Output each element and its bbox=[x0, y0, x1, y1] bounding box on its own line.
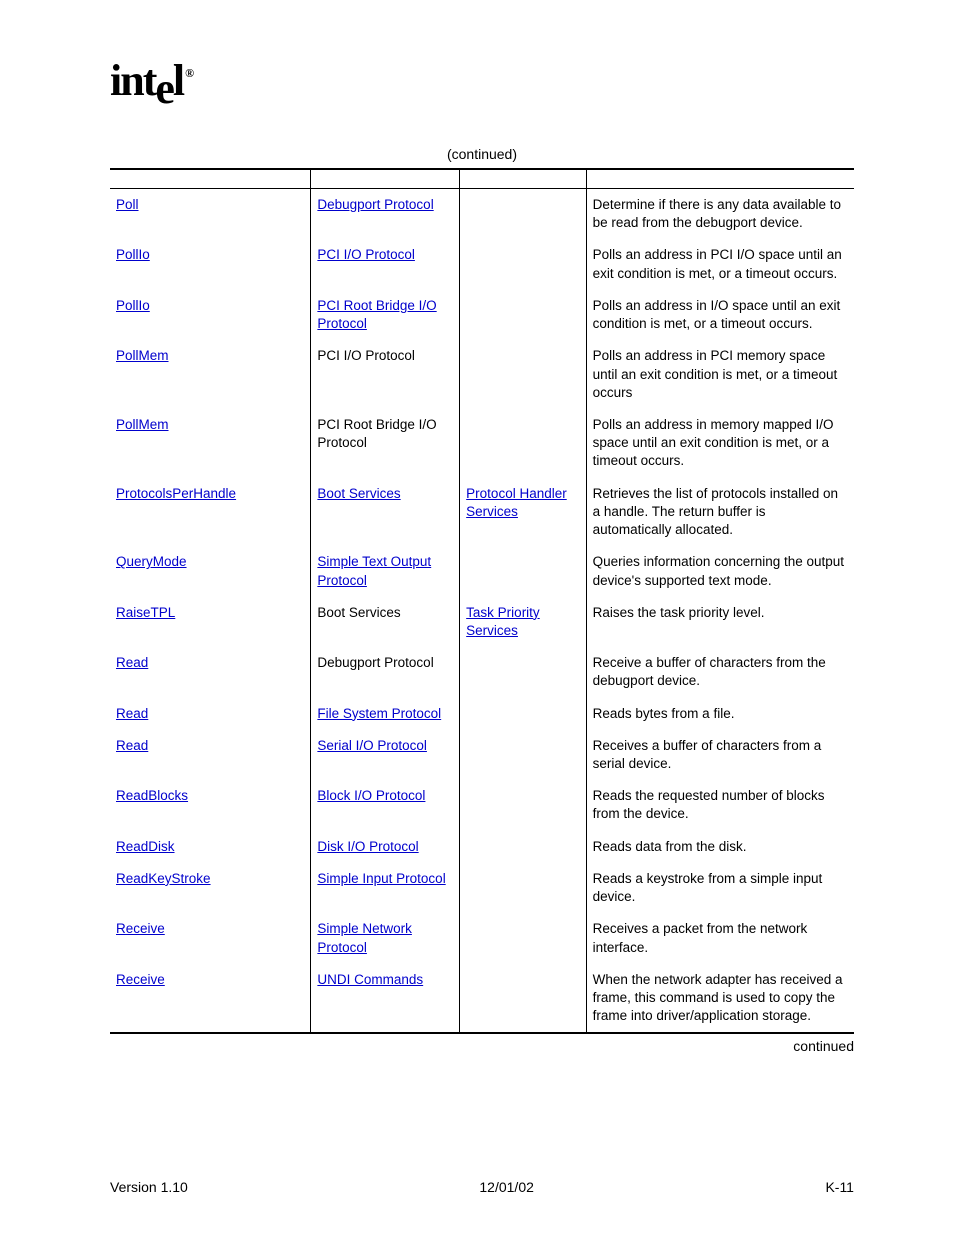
service-name[interactable]: Serial I/O Protocol bbox=[317, 738, 427, 753]
function-name[interactable]: QueryMode bbox=[116, 554, 187, 569]
table-row: Poll Debugport Protocol Determine if there… bbox=[110, 189, 854, 240]
function-name[interactable]: ReadDisk bbox=[116, 839, 175, 854]
intel-logo: intel® bbox=[110, 55, 854, 106]
function-name[interactable]: Read bbox=[116, 706, 148, 721]
service-name[interactable]: File System Protocol bbox=[317, 706, 441, 721]
service-name[interactable]: Block I/O Protocol bbox=[317, 788, 425, 803]
function-name[interactable]: PollMem bbox=[116, 348, 169, 363]
description: Determine if there is any data available… bbox=[586, 189, 854, 240]
function-name[interactable]: PollMem bbox=[116, 417, 169, 432]
table-row: Receive Simple Network Protocol Receives a… bbox=[110, 913, 854, 963]
table-row: PollIo PCI Root Bridge I/O Protocol Polls … bbox=[110, 290, 854, 340]
function-name[interactable]: Read bbox=[116, 655, 148, 670]
table-row: QueryMode Simple Text Output Protocol Quer… bbox=[110, 546, 854, 596]
service-name: PCI Root Bridge I/O Protocol bbox=[317, 417, 436, 450]
description: Polls an address in PCI memory space unt… bbox=[586, 340, 854, 409]
function-name[interactable]: Receive bbox=[116, 921, 165, 936]
service-name[interactable]: Simple Input Protocol bbox=[317, 871, 445, 886]
description: When the network adapter has received a … bbox=[586, 964, 854, 1034]
subservice-name[interactable]: Protocol Handler Services bbox=[466, 486, 567, 519]
continued-header: (continued) bbox=[110, 146, 854, 162]
continued-footer: continued bbox=[110, 1038, 854, 1054]
table-row: Read Serial I/O Protocol Receives a buffer… bbox=[110, 730, 854, 780]
table-row: ReadKeyStroke Simple Input Protocol Reads … bbox=[110, 863, 854, 913]
footer-date: 12/01/02 bbox=[479, 1179, 534, 1195]
function-name[interactable]: ProtocolsPerHandle bbox=[116, 486, 236, 501]
description: Polls an address in I/O space until an e… bbox=[586, 290, 854, 340]
footer-page: K-11 bbox=[825, 1179, 854, 1195]
service-name[interactable]: Disk I/O Protocol bbox=[317, 839, 418, 854]
function-name[interactable]: PollIo bbox=[116, 298, 150, 313]
service-name[interactable]: PCI Root Bridge I/O Protocol bbox=[317, 298, 436, 331]
description: Receive a buffer of characters from the … bbox=[586, 647, 854, 697]
description: Receives a packet from the network inter… bbox=[586, 913, 854, 963]
footer-version: Version 1.10 bbox=[110, 1179, 188, 1195]
functions-table: Poll Debugport Protocol Determine if there… bbox=[110, 168, 854, 1034]
service-name: Boot Services bbox=[317, 605, 400, 620]
description: Polls an address in PCI I/O space until … bbox=[586, 239, 854, 289]
service-name[interactable]: UNDI Commands bbox=[317, 972, 423, 987]
table-row: ProtocolsPerHandle Boot Services Protocol … bbox=[110, 478, 854, 547]
table-row: ReadDisk Disk I/O Protocol Reads data from… bbox=[110, 831, 854, 863]
table-row: Read File System Protocol Reads bytes from… bbox=[110, 698, 854, 730]
table-row: RaiseTPL Boot Services Task Priority Servi… bbox=[110, 597, 854, 647]
description: Receives a buffer of characters from a s… bbox=[586, 730, 854, 780]
description: Reads data from the disk. bbox=[586, 831, 854, 863]
function-name[interactable]: Receive bbox=[116, 972, 165, 987]
table-row: Receive UNDI Commands When the network ada… bbox=[110, 964, 854, 1034]
description: Retrieves the list of protocols installe… bbox=[586, 478, 854, 547]
description: Queries information concerning the outpu… bbox=[586, 546, 854, 596]
service-name[interactable]: Boot Services bbox=[317, 486, 400, 501]
service-name[interactable]: Debugport Protocol bbox=[317, 197, 433, 212]
function-name[interactable]: Read bbox=[116, 738, 148, 753]
description: Raises the task priority level. bbox=[586, 597, 854, 647]
function-name[interactable]: RaiseTPL bbox=[116, 605, 175, 620]
service-name[interactable]: PCI I/O Protocol bbox=[317, 247, 415, 262]
table-row: PollMem PCI Root Bridge I/O Protocol Polls… bbox=[110, 409, 854, 478]
table-row: ReadBlocks Block I/O Protocol Reads the re… bbox=[110, 780, 854, 830]
service-name: Debugport Protocol bbox=[317, 655, 433, 670]
description: Reads bytes from a file. bbox=[586, 698, 854, 730]
function-name[interactable]: ReadBlocks bbox=[116, 788, 188, 803]
function-name[interactable]: Poll bbox=[116, 197, 139, 212]
table-row: PollIo PCI I/O Protocol Polls an address i… bbox=[110, 239, 854, 289]
description: Reads a keystroke from a simple input de… bbox=[586, 863, 854, 913]
service-name[interactable]: Simple Network Protocol bbox=[317, 921, 412, 954]
function-name[interactable]: ReadKeyStroke bbox=[116, 871, 211, 886]
table-row: Read Debugport Protocol Receive a buffer o… bbox=[110, 647, 854, 697]
function-name[interactable]: PollIo bbox=[116, 247, 150, 262]
service-name: PCI I/O Protocol bbox=[317, 348, 415, 363]
table-row: PollMem PCI I/O Protocol Polls an address … bbox=[110, 340, 854, 409]
description: Polls an address in memory mapped I/O sp… bbox=[586, 409, 854, 478]
page-footer: Version 1.10 12/01/02 K-11 bbox=[110, 1179, 854, 1195]
description: Reads the requested number of blocks fro… bbox=[586, 780, 854, 830]
subservice-name[interactable]: Task Priority Services bbox=[466, 605, 540, 638]
service-name[interactable]: Simple Text Output Protocol bbox=[317, 554, 431, 587]
